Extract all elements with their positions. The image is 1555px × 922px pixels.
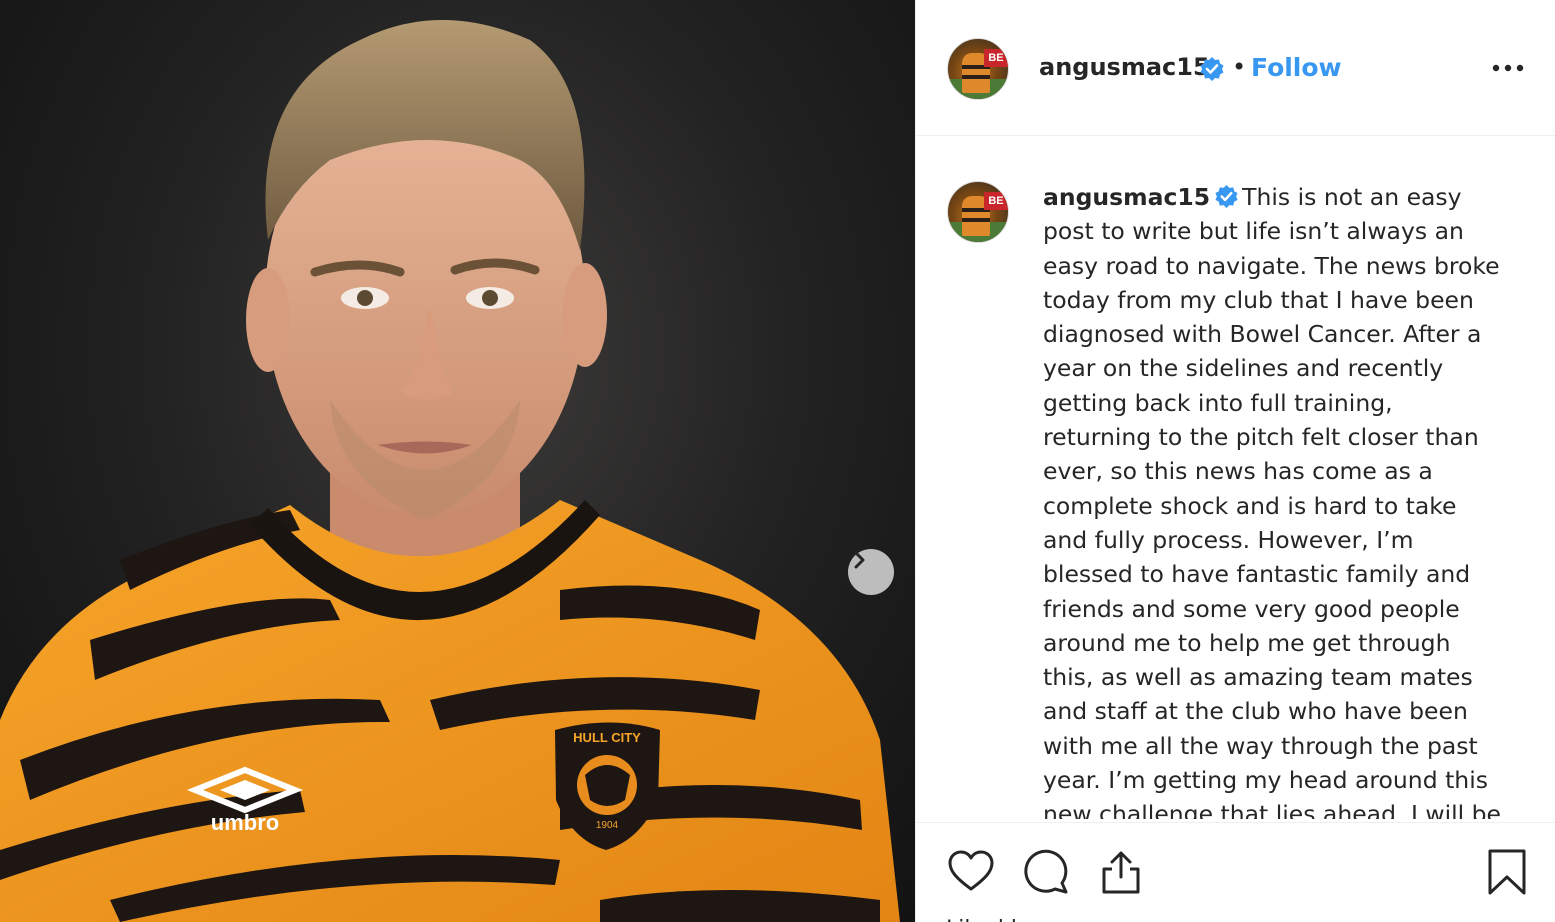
header-username[interactable]: angusmac15 (1039, 53, 1210, 81)
caption-body: This is not an easy post to write but li… (1043, 183, 1501, 819)
post-side-panel: BE angusmac15 • Follow BE angusmac15 This… (915, 0, 1555, 922)
action-bar (916, 822, 1555, 922)
player-portrait: HULL CITY 1904 umbro (0, 20, 900, 922)
separator-dot: • (1232, 53, 1247, 81)
liked-by-text[interactable]: Liked by (946, 910, 1038, 922)
caption-area[interactable]: BE angusmac15 This is not an easy post to… (916, 137, 1555, 819)
next-photo-button[interactable] (848, 549, 894, 595)
jersey-brand: umbro (211, 810, 279, 835)
chevron-right-icon (854, 551, 865, 569)
comment-icon[interactable] (1021, 847, 1071, 897)
follow-button[interactable]: Follow (1251, 53, 1342, 82)
bookmark-icon[interactable] (1482, 847, 1532, 897)
badge-year: 1904 (596, 820, 619, 831)
post-caption: angusmac15 This is not an easy post to wr… (1043, 180, 1503, 819)
share-icon[interactable] (1096, 847, 1146, 897)
post-header: BE angusmac15 • Follow (916, 0, 1555, 136)
avatar[interactable]: BE (947, 181, 1009, 243)
verified-badge-icon (1200, 57, 1224, 81)
caption-username[interactable]: angusmac15 (1043, 183, 1210, 211)
heart-icon[interactable] (946, 847, 996, 897)
verified-badge-icon (1215, 184, 1238, 209)
badge-title: HULL CITY (573, 730, 641, 745)
post-photo[interactable]: HULL CITY 1904 umbro (0, 0, 915, 922)
avatar[interactable]: BE (947, 38, 1009, 100)
more-options-icon[interactable] (1488, 56, 1528, 80)
